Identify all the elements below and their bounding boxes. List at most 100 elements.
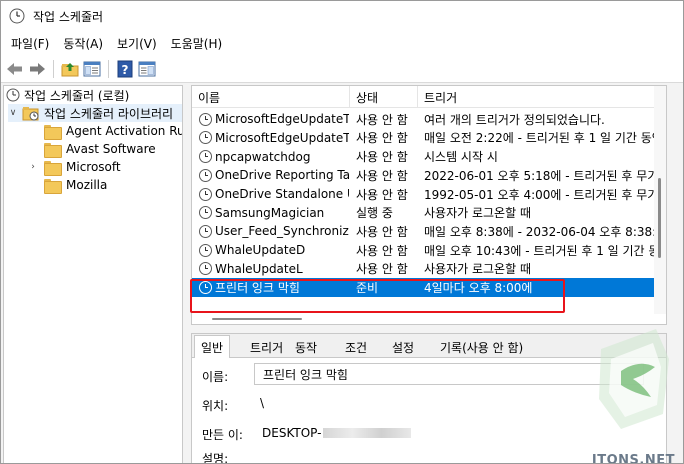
task-name: User_Feed_Synchronization	[215, 224, 349, 239]
show-hide-pane-icon	[83, 61, 101, 76]
horizontal-scrollbar[interactable]	[192, 314, 666, 324]
task-scheduler-window: 작업 스케줄러 파일(F) 동작(A) 보기(V) 도움말(H) ? 작업 스케…	[0, 0, 684, 464]
task-name-cell: 프린터 잉크 막힘	[199, 278, 349, 297]
task-detail-pane: 일반 트리거 동작 조건 설정 기록(사용 안 함) 이름: 프린터 잉크 막힘…	[191, 333, 667, 463]
task-row[interactable]: MicrosoftEdgeUpdateTaskMachineUA 사용 안 함 매일…	[192, 129, 656, 148]
tree-item-mozilla[interactable]: Mozilla	[44, 176, 107, 194]
window-title: 작업 스케줄러	[33, 9, 104, 24]
menu-view[interactable]: 보기(V)	[111, 33, 163, 54]
task-row[interactable]: 프린터 잉크 막힘 준비 4일마다 오후 8:00에	[192, 278, 656, 297]
task-name: WhaleUpdateD	[215, 243, 306, 258]
folder-icon	[44, 178, 62, 194]
menu-help[interactable]: 도움말(H)	[165, 33, 229, 54]
task-name: MicrosoftEdgeUpdateTaskMachineUA	[215, 130, 349, 145]
task-name-cell: OneDrive Reporting Task	[199, 166, 349, 185]
tab-history[interactable]: 기록(사용 안 함)	[434, 336, 529, 358]
folder-up-icon	[61, 62, 79, 76]
help-button[interactable]: ?	[115, 59, 135, 79]
task-row[interactable]: MicrosoftEdgeUpdateTaskMachineCore 사용 안 함…	[192, 110, 656, 129]
task-trigger: 4일마다 오후 8:00에	[424, 281, 533, 296]
tree-item-label: 작업 스케줄러 라이브러리	[44, 106, 174, 121]
tab-settings[interactable]: 설정	[386, 336, 420, 358]
tab-conditions[interactable]: 조건	[339, 336, 373, 358]
name-field[interactable]: 프린터 잉크 막힘	[254, 363, 644, 385]
vertical-scrollbar[interactable]	[654, 86, 666, 324]
task-row[interactable]: npcapwatchdog 사용 안 함 시스템 시작 시	[192, 147, 656, 166]
tab-actions[interactable]: 동작	[289, 336, 323, 358]
task-clock-icon	[199, 150, 212, 164]
task-list-header: 이름 상태 트리거	[192, 86, 666, 108]
task-status: 사용 안 함	[356, 262, 408, 277]
vertical-scroll-thumb[interactable]	[658, 178, 661, 258]
column-header-trigger[interactable]: 트리거	[418, 86, 666, 108]
properties-pane-icon	[138, 61, 156, 76]
task-clock-icon	[199, 262, 212, 276]
task-row[interactable]: WhaleUpdateD 사용 안 함 매일 오후 10:43에 - 트리거된 후 …	[192, 241, 656, 260]
task-status: 사용 안 함	[356, 224, 408, 239]
horizontal-scroll-thumb[interactable]	[212, 318, 302, 320]
author-label: 만든 이:	[202, 428, 243, 442]
task-trigger: 여러 개의 트리거가 정의되었습니다.	[424, 112, 605, 127]
back-button[interactable]	[5, 59, 25, 79]
svg-text:?: ?	[122, 63, 129, 77]
toolbar-separator	[53, 59, 54, 78]
task-row[interactable]: SamsungMagician 실행 중 사용자가 로그온할 때	[192, 204, 656, 223]
up-folder-button[interactable]	[60, 59, 80, 79]
chevron-right-icon[interactable]: ›	[28, 162, 38, 172]
show-hide-console-tree-button[interactable]	[82, 59, 102, 79]
task-row[interactable]: OneDrive Reporting Task 사용 안 함 2022-06-01 …	[192, 166, 656, 185]
task-trigger: 사용자가 로그온할 때	[424, 262, 531, 277]
forward-button[interactable]	[27, 59, 47, 79]
tree-item-root[interactable]: 작업 스케줄러 (로컬)	[6, 86, 129, 104]
task-trigger: 매일 오전 2:22에 - 트리거된 후 1 일 기간 동안	[424, 131, 656, 146]
task-trigger: 시스템 시작 시	[424, 150, 498, 165]
help-icon: ?	[117, 60, 133, 77]
column-header-status[interactable]: 상태	[350, 86, 418, 108]
task-name: OneDrive Standalone Update	[215, 187, 349, 202]
tree-item-microsoft[interactable]: › Microsoft	[28, 158, 121, 176]
console-tree: 작업 스케줄러 (로컬) ∨ 작업 스케줄러 라이브러리 Agent Activ…	[3, 85, 183, 463]
redacted-computer-name	[323, 428, 412, 438]
task-row[interactable]: User_Feed_Synchronization 사용 안 함 매일 오후 8:3…	[192, 222, 656, 241]
task-name-cell: npcapwatchdog	[199, 147, 349, 166]
task-status: 사용 안 함	[356, 112, 408, 127]
author-value-group: DESKTOP-	[262, 426, 412, 440]
chevron-down-icon[interactable]: ∨	[8, 108, 18, 118]
name-label: 이름:	[202, 370, 229, 384]
task-status: 사용 안 함	[356, 243, 408, 258]
tree-item-label: 작업 스케줄러 (로컬)	[24, 88, 130, 103]
tab-triggers[interactable]: 트리거	[244, 336, 289, 358]
location-value: \	[260, 396, 265, 410]
task-trigger: 매일 오후 8:38에 - 2032-06-04 오후 8:38:50	[424, 224, 656, 239]
tab-general[interactable]: 일반	[194, 335, 231, 358]
folder-icon	[44, 124, 62, 140]
tree-item-label: Agent Activation Runtime	[66, 124, 182, 138]
task-status: 사용 안 함	[356, 187, 408, 202]
task-scheduler-icon	[6, 88, 20, 102]
task-status: 실행 중	[356, 206, 393, 221]
task-row[interactable]: OneDrive Standalone Update 사용 안 함 1992-05-…	[192, 185, 656, 204]
task-trigger: 2022-06-01 오후 5:18에 - 트리거된 후 무기한	[424, 168, 656, 183]
show-action-pane-button[interactable]	[137, 59, 157, 79]
task-name-cell: OneDrive Standalone Update	[199, 185, 349, 204]
task-status: 사용 안 함	[356, 168, 408, 183]
menu-action[interactable]: 동작(A)	[57, 33, 109, 54]
tree-item-agent-activation-runtime[interactable]: Agent Activation Runtime	[44, 122, 182, 140]
menu-file[interactable]: 파일(F)	[5, 33, 55, 54]
tree-item-avast-software[interactable]: Avast Software	[44, 140, 156, 158]
task-name: npcapwatchdog	[215, 149, 311, 164]
library-folder-clock-icon	[22, 106, 39, 120]
task-status: 사용 안 함	[356, 150, 408, 165]
task-row[interactable]: WhaleUpdateL 사용 안 함 사용자가 로그온할 때	[192, 260, 656, 279]
tree-item-library[interactable]: ∨ 작업 스케줄러 라이브러리	[8, 104, 182, 122]
task-name-cell: SamsungMagician	[199, 204, 349, 223]
column-header-name[interactable]: 이름	[192, 86, 350, 108]
task-clock-icon	[199, 206, 212, 220]
task-clock-icon	[199, 187, 212, 201]
name-value: 프린터 잉크 막힘	[263, 367, 348, 382]
task-list: 이름 상태 트리거 MicrosoftEdgeUpdateTaskMachine…	[191, 85, 667, 325]
task-clock-icon	[199, 224, 212, 238]
task-name: 프린터 잉크 막힘	[215, 281, 300, 296]
task-trigger: 1992-05-01 오후 4:00에 - 트리거된 후 무기한	[424, 187, 656, 202]
folder-icon	[44, 160, 62, 176]
